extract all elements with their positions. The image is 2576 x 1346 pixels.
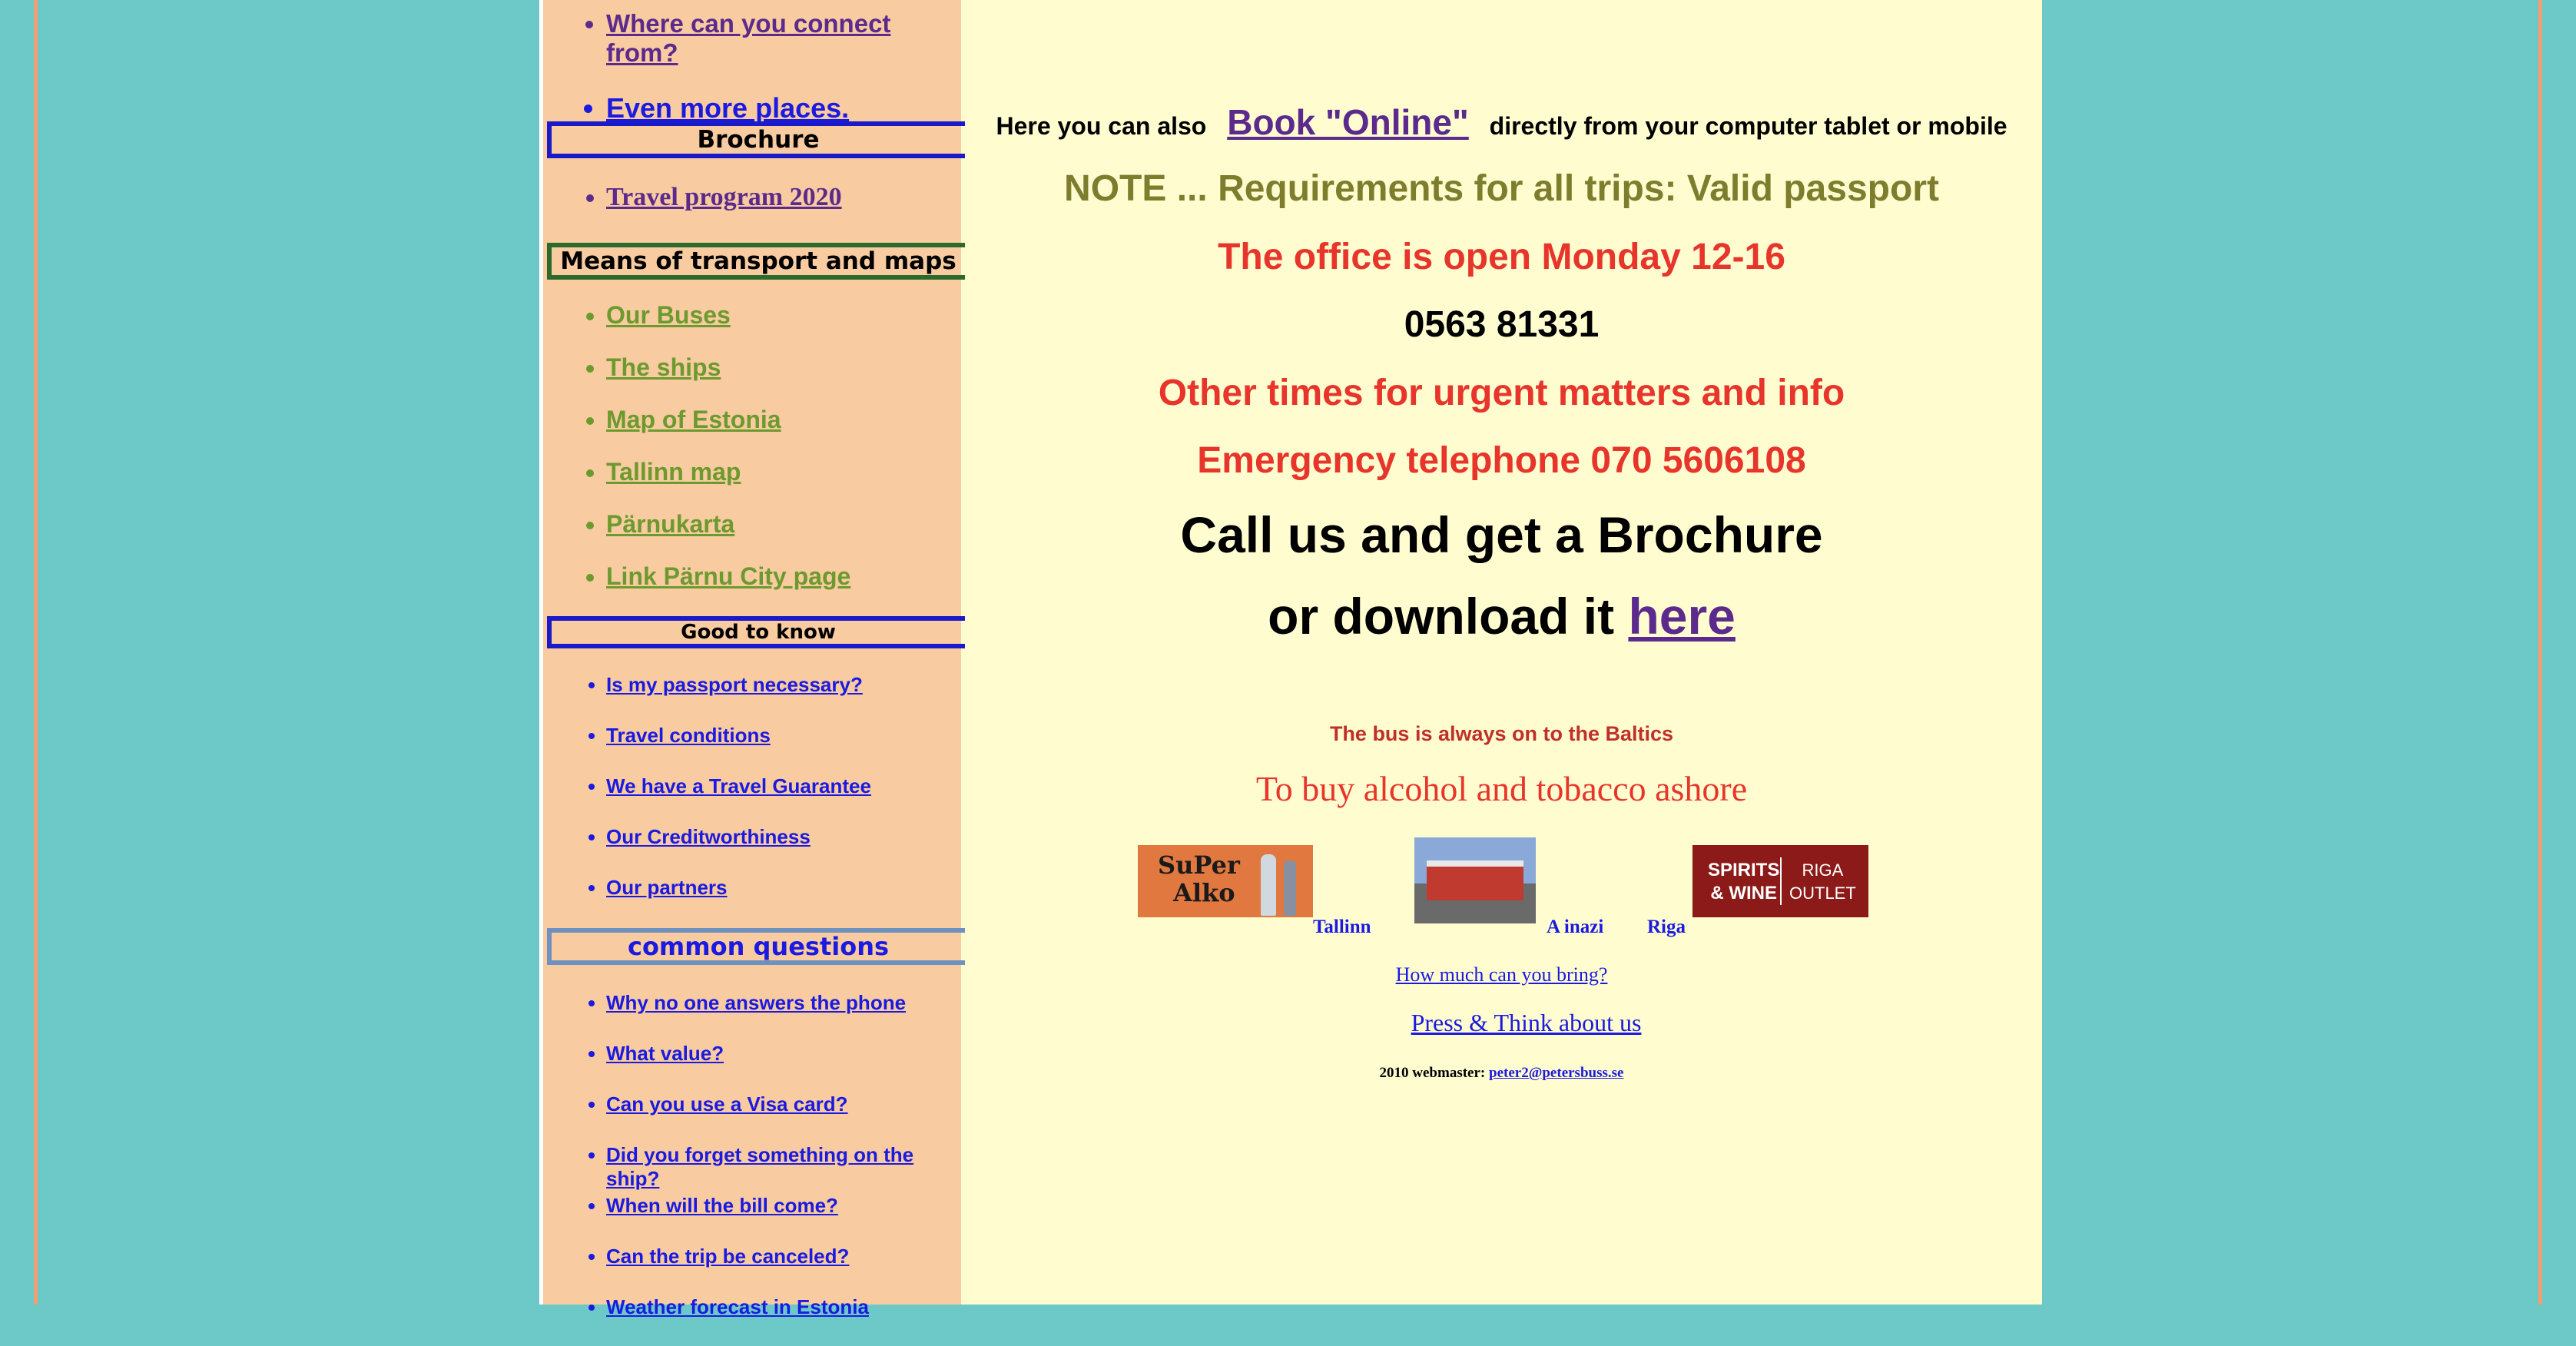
logo-divider bbox=[1780, 857, 1782, 905]
list-item: Our partners bbox=[606, 876, 871, 927]
store-roof bbox=[1427, 860, 1523, 867]
good-to-know-heading: Good to know bbox=[547, 616, 965, 648]
common-questions-heading: common questions bbox=[547, 928, 965, 965]
riga-caption[interactable]: Riga bbox=[1647, 917, 1686, 938]
questions-list: Why no one answers the phone What value?… bbox=[543, 991, 961, 1346]
sidebar: Where can you connect from? Even more pl… bbox=[539, 0, 965, 1318]
list-item: Link Pärnu City page bbox=[606, 562, 850, 615]
places-list: Where can you connect from? Even more pl… bbox=[543, 9, 961, 124]
book-online-link[interactable]: Book "Online" bbox=[1218, 102, 1478, 142]
tallinn-map-link[interactable]: Tallinn map bbox=[606, 458, 741, 486]
list-item: Can you use a Visa card? bbox=[606, 1092, 961, 1143]
ainazi-store-photo[interactable] bbox=[1414, 837, 1536, 923]
list-item: Our Creditworthiness bbox=[606, 825, 871, 876]
press-line: Press & Think about us bbox=[961, 1009, 2042, 1037]
what-value-link[interactable]: What value? bbox=[606, 1042, 724, 1065]
outlet-text: OUTLET bbox=[1789, 884, 1856, 903]
transport-list: Our Buses The ships Map of Estonia Talli… bbox=[543, 301, 850, 615]
visa-card-link[interactable]: Can you use a Visa card? bbox=[606, 1092, 848, 1116]
page-container: Where can you connect from? Even more pl… bbox=[539, 0, 2042, 1318]
list-item: Weather forecast in Estonia bbox=[606, 1295, 961, 1346]
book-online-line: Here you can also Book "Online" directly… bbox=[961, 101, 2042, 143]
list-item: Can the trip be canceled? bbox=[606, 1245, 961, 1295]
bottle-icon bbox=[1284, 860, 1296, 916]
tallinn-caption[interactable]: Tallinn bbox=[1313, 917, 1371, 938]
book-prefix: Here you can also bbox=[996, 112, 1207, 140]
bill-come-link[interactable]: When will the bill come? bbox=[606, 1194, 838, 1217]
call-brochure: Call us and get a Brochure bbox=[1180, 506, 1823, 563]
store-building-icon bbox=[1427, 864, 1523, 900]
map-estonia-link[interactable]: Map of Estonia bbox=[606, 406, 781, 433]
ships-link[interactable]: The ships bbox=[606, 353, 721, 381]
how-much-link[interactable]: How much can you bring? bbox=[1396, 963, 1608, 986]
parnu-city-link[interactable]: Link Pärnu City page bbox=[606, 562, 850, 590]
download-here-link[interactable]: here bbox=[1628, 588, 1735, 645]
bottle-icon bbox=[1261, 854, 1276, 916]
list-item: Why no one answers the phone bbox=[606, 991, 961, 1042]
super-alko-text: SuPer bbox=[1158, 850, 1240, 880]
passport-note: NOTE ... Requirements for all trips: Val… bbox=[1064, 168, 1939, 209]
brochure-list: Travel program 2020 bbox=[543, 183, 842, 212]
list-item: What value? bbox=[606, 1042, 961, 1092]
list-item: Our Buses bbox=[606, 301, 850, 353]
alcohol-ashore: To buy alcohol and tobacco ashore bbox=[1255, 769, 1748, 808]
spirits-wine-logo[interactable]: SPIRITS & WINE RIGA OUTLET bbox=[1692, 845, 1868, 917]
transport-heading: Means of transport and maps bbox=[547, 243, 965, 280]
other-times: Other times for urgent matters and info bbox=[1158, 373, 1845, 413]
list-item: Did you forget something on the ship? bbox=[606, 1143, 961, 1194]
good-to-know-list: Is my passport necessary? Travel conditi… bbox=[543, 673, 871, 927]
how-much-line: How much can you bring? bbox=[961, 963, 2042, 986]
travel-conditions-link[interactable]: Travel conditions bbox=[606, 724, 771, 747]
footer-prefix: 2010 webmaster: bbox=[1379, 1065, 1486, 1081]
ainazi-caption[interactable]: A inazi bbox=[1547, 917, 1603, 938]
list-item: Tallinn map bbox=[606, 458, 850, 510]
parnukarta-link[interactable]: Pärnukarta bbox=[606, 510, 734, 538]
download-prefix: or download it bbox=[1268, 588, 1615, 645]
more-places-link[interactable]: Even more places. bbox=[606, 92, 849, 124]
list-item: Travel conditions bbox=[606, 724, 871, 774]
spirits-text: SPIRITS bbox=[1708, 860, 1780, 880]
travel-program-link[interactable]: Travel program 2020 bbox=[606, 183, 842, 211]
main-content: Here you can also Book "Online" directly… bbox=[961, 0, 2042, 1305]
left-edge-stripe bbox=[34, 0, 38, 1305]
weather-forecast-link[interactable]: Weather forecast in Estonia bbox=[606, 1295, 869, 1318]
list-item: We have a Travel Guarantee bbox=[606, 774, 871, 825]
office-hours: The office is open Monday 12-16 bbox=[1218, 237, 1785, 277]
forgot-ship-link[interactable]: Did you forget something on the ship? bbox=[606, 1143, 913, 1190]
list-item: Even more places. bbox=[606, 92, 961, 124]
webmaster-email-link[interactable]: peter2@petersbuss.se bbox=[1489, 1065, 1623, 1081]
super-alko-logo[interactable]: SuPer Alko bbox=[1138, 845, 1313, 917]
alko-text: Alko bbox=[1173, 878, 1235, 907]
list-item: Travel program 2020 bbox=[606, 183, 842, 212]
passport-link[interactable]: Is my passport necessary? bbox=[606, 673, 863, 696]
our-buses-link[interactable]: Our Buses bbox=[606, 301, 731, 329]
list-item: The ships bbox=[606, 353, 850, 406]
trip-canceled-link[interactable]: Can the trip be canceled? bbox=[606, 1245, 849, 1268]
book-suffix: directly from your computer tablet or mo… bbox=[1489, 112, 2007, 140]
bus-baltics: The bus is always on to the Baltics bbox=[1329, 722, 1674, 745]
creditworthiness-link[interactable]: Our Creditworthiness bbox=[606, 825, 811, 848]
emergency-phone: Emergency telephone 070 5606108 bbox=[1197, 440, 1806, 481]
list-item: When will the bill come? bbox=[606, 1194, 961, 1245]
list-item: Is my passport necessary? bbox=[606, 673, 871, 724]
travel-guarantee-link[interactable]: We have a Travel Guarantee bbox=[606, 774, 871, 797]
riga-text: RIGA bbox=[1802, 860, 1844, 880]
list-item: Pärnukarta bbox=[606, 510, 850, 562]
download-line: or download it here bbox=[961, 587, 2042, 645]
footer: 2010 webmaster: peter2@petersbuss.se bbox=[961, 1065, 2042, 1082]
office-phone: 0563 81331 bbox=[1404, 304, 1600, 345]
list-item: Map of Estonia bbox=[606, 406, 850, 458]
wine-text: & WINE bbox=[1710, 883, 1778, 903]
partners-link[interactable]: Our partners bbox=[606, 876, 728, 899]
brochure-heading: Brochure bbox=[547, 121, 965, 158]
no-answer-phone-link[interactable]: Why no one answers the phone bbox=[606, 991, 906, 1014]
list-item: Where can you connect from? bbox=[606, 9, 961, 68]
where-connect-link[interactable]: Where can you connect from? bbox=[606, 9, 890, 67]
right-edge-stripe bbox=[2538, 0, 2542, 1305]
press-think-link[interactable]: Press & Think about us bbox=[1411, 1009, 1642, 1036]
